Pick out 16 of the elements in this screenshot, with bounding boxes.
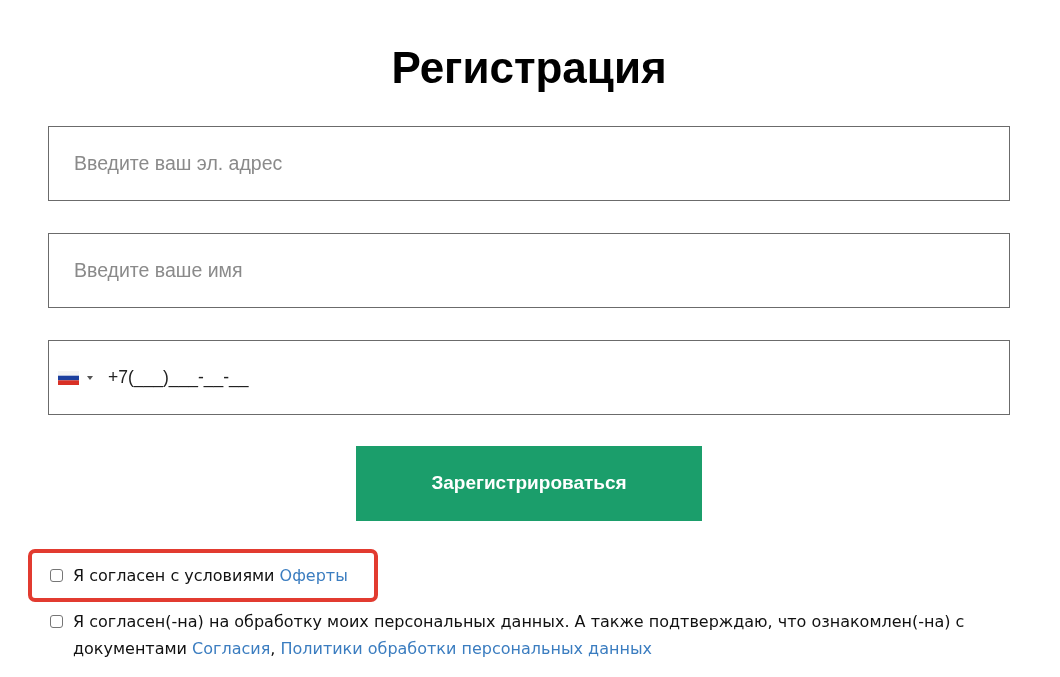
phone-input[interactable]: +7(___)___-__-__ <box>108 364 999 391</box>
phone-field[interactable]: +7(___)___-__-__ <box>48 340 1010 415</box>
consent-text: Я согласен(-на) на обработку моих персональных данных. А также подтверждаю, что ознакомлен(-на) с документами Согласия, Политики обработки персональных данных <box>73 611 966 660</box>
link[interactable]: Оферты <box>279 566 348 585</box>
country-select[interactable] <box>58 370 93 385</box>
consent-text: Я согласен с условиями Оферты <box>73 565 348 587</box>
email-field[interactable]: Введите ваш эл. адрес <box>48 126 1010 201</box>
caret-icon <box>87 375 93 380</box>
register-button[interactable]: Зарегистрироваться <box>356 446 702 521</box>
name-field[interactable]: Введите ваше имя <box>48 233 1010 308</box>
link[interactable]: Согласия <box>192 639 271 658</box>
page-title: Регистрация <box>390 42 668 94</box>
link[interactable]: Политики обработки персональных данных <box>280 639 652 658</box>
flag-icon <box>58 370 79 385</box>
checkbox[interactable] <box>50 615 63 628</box>
checkbox[interactable] <box>50 569 63 582</box>
